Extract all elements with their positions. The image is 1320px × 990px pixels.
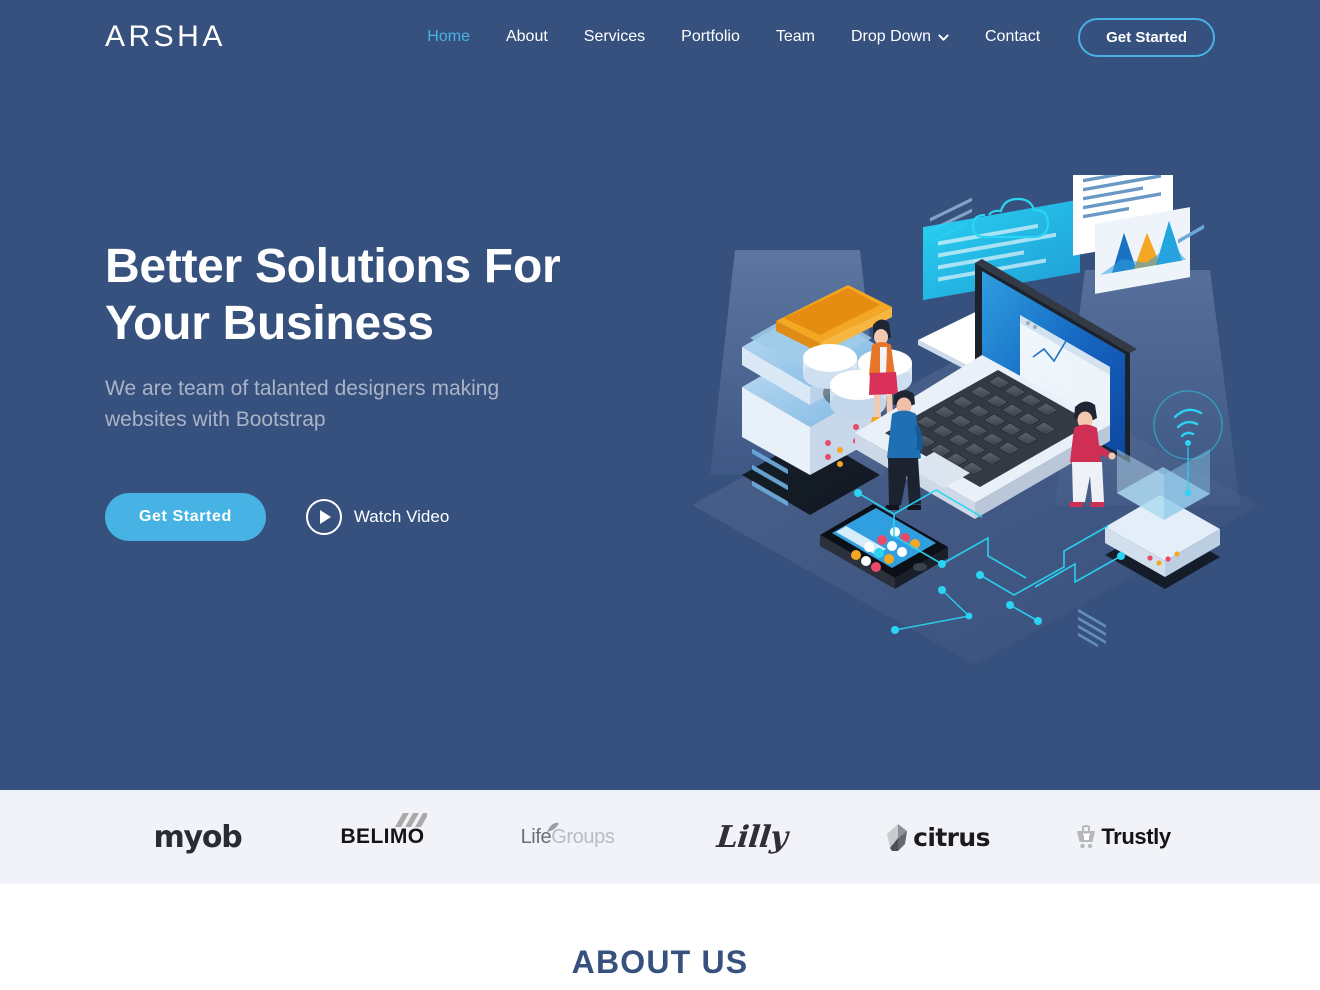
shopping-cart-icon xyxy=(1077,825,1096,849)
client-logo-lilly[interactable]: Lilly xyxy=(660,807,845,867)
nav-item-portfolio[interactable]: Portfolio xyxy=(663,29,758,45)
client-logo-lifegroups[interactable]: LifeGroups xyxy=(475,807,660,867)
hero-get-started-button[interactable]: Get Started xyxy=(105,493,266,542)
leaf-icon xyxy=(546,822,559,832)
chevron-down-icon xyxy=(938,32,949,43)
clients-section: myob BELIMO LifeGroups Lilly citrus Trus… xyxy=(0,790,1320,884)
client-logo-citrus[interactable]: citrus xyxy=(845,807,1030,867)
myob-logo-text: myob xyxy=(153,819,242,855)
hero-section: ARSHA Home About Services Portfolio Team… xyxy=(0,0,1320,790)
about-section-title: ABOUT US xyxy=(571,944,749,980)
nav-item-services[interactable]: Services xyxy=(566,29,663,45)
site-logo[interactable]: ARSHA xyxy=(105,22,226,52)
citrus-logo-text: citrus xyxy=(913,822,990,852)
nav-item-dropdown-label: Drop Down xyxy=(850,28,931,45)
play-icon xyxy=(305,499,342,536)
watch-video-label: Watch Video xyxy=(353,507,450,527)
client-logo-myob[interactable]: myob xyxy=(105,807,290,867)
hero-actions: Get Started Watch Video xyxy=(105,493,575,542)
hero-subtitle: We are team of talanted designers making… xyxy=(105,377,500,431)
nav-menu: Home About Services Portfolio Team Drop … xyxy=(409,17,1215,57)
nav-item-contact[interactable]: Contact xyxy=(967,29,1058,45)
client-logo-trustly[interactable]: Trustly xyxy=(1030,807,1215,867)
lilly-logo-text: Lilly xyxy=(715,819,790,855)
client-logo-belimo[interactable]: BELIMO xyxy=(290,807,475,867)
main-navbar: ARSHA Home About Services Portfolio Team… xyxy=(0,0,1320,74)
nav-get-started-button[interactable]: Get Started xyxy=(1078,17,1215,57)
citrus-mark-icon xyxy=(887,824,908,851)
nav-item-team[interactable]: Team xyxy=(758,29,833,45)
belimo-slashes-icon xyxy=(394,813,427,827)
lifegroups-logo-text-groups: Groups xyxy=(551,825,615,848)
nav-item-dropdown[interactable]: Drop Down xyxy=(833,29,967,45)
hero-title-line-2: Your Business xyxy=(105,296,434,350)
trustly-logo-text: Trustly xyxy=(1101,824,1171,849)
about-section: ABOUT US xyxy=(0,884,1320,978)
hero-title: Better Solutions For Your Business xyxy=(105,239,575,352)
clients-logo-row: myob BELIMO LifeGroups Lilly citrus Trus… xyxy=(0,807,1320,867)
belimo-logo-text: BELIMO xyxy=(340,825,425,848)
hero-title-line-1: Better Solutions For xyxy=(105,239,561,293)
hero-content: Better Solutions For Your Business We ar… xyxy=(0,0,1320,790)
watch-video-link[interactable]: Watch Video xyxy=(305,499,450,536)
nav-item-about[interactable]: About xyxy=(488,29,566,45)
nav-item-home[interactable]: Home xyxy=(409,29,488,45)
